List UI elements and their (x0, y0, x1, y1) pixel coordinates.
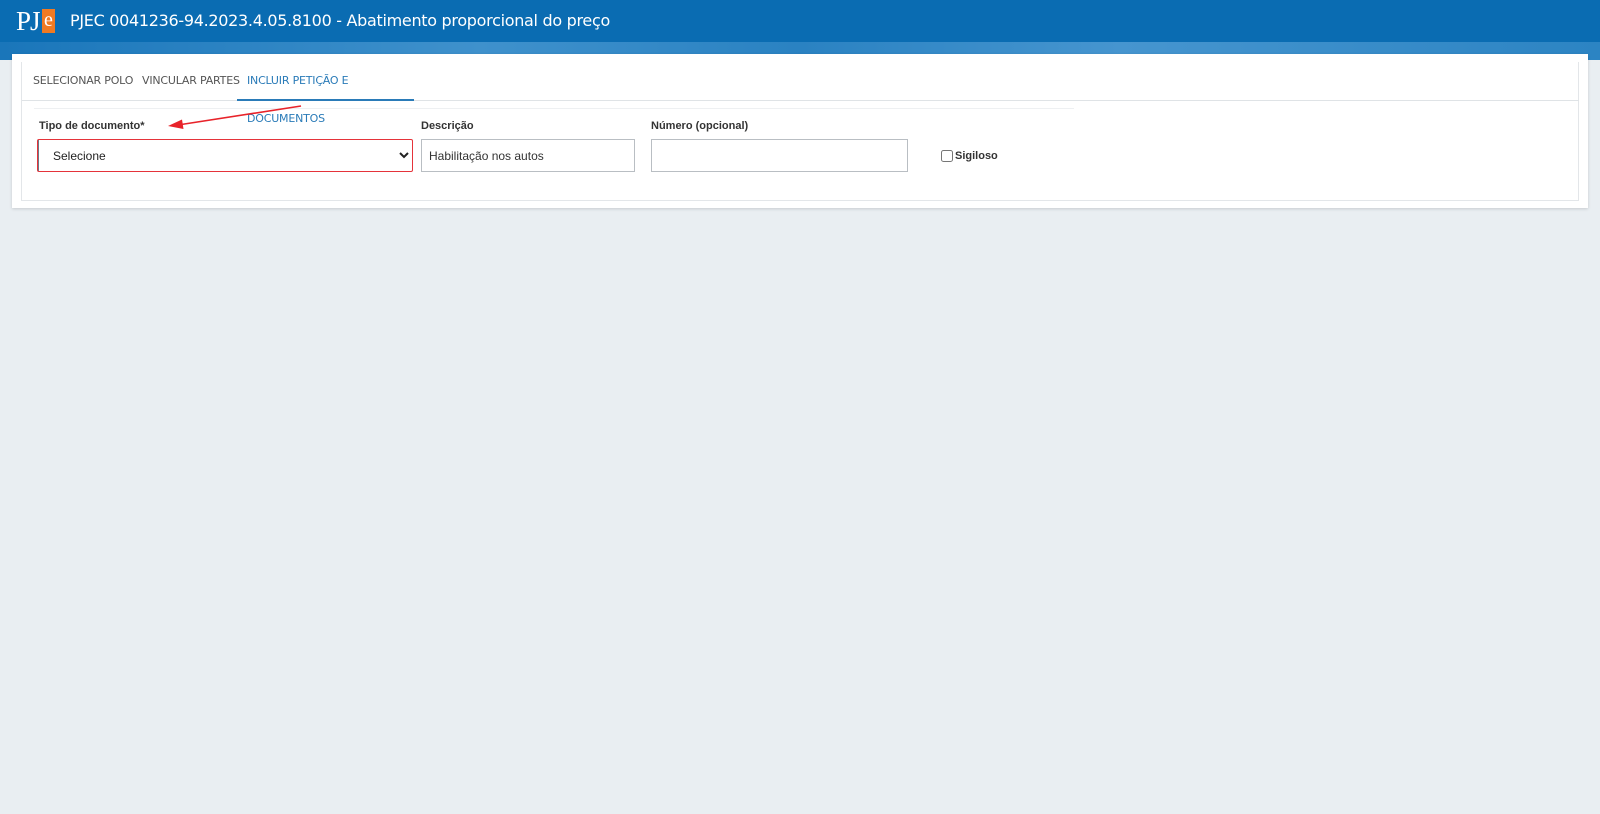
pje-logo-icon[interactable]: PJ e (16, 6, 56, 36)
page-title: PJEC 0041236-94.2023.4.05.8100 - Abatime… (70, 11, 610, 30)
logo-letters-pj: PJ (16, 6, 41, 36)
numero-input[interactable] (651, 139, 908, 172)
numero-label: Número (opcional) (651, 120, 749, 132)
tab-vincular-partes[interactable]: VINCULAR PARTES (142, 62, 240, 101)
tipo-documento-select[interactable]: Selecione (38, 140, 412, 171)
sigiloso-label: Sigiloso (955, 150, 998, 162)
tab-incluir-peticao-documentos[interactable]: INCLUIR PETIÇÃO E DOCUMENTOS (237, 62, 414, 125)
annotation-arrow-icon (168, 105, 302, 129)
tipo-documento-select-wrapper: Selecione (37, 139, 413, 172)
descricao-input[interactable] (421, 139, 635, 172)
tipo-documento-label: Tipo de documento* (39, 120, 145, 132)
sigiloso-checkbox[interactable] (941, 150, 953, 162)
logo-letter-e: e (42, 9, 55, 33)
main-panel: SELECIONAR POLO VINCULAR PARTES INCLUIR … (12, 54, 1588, 208)
descricao-label: Descrição (421, 120, 474, 132)
sigiloso-checkbox-group: Sigiloso (941, 148, 998, 164)
tab-selecionar-polo[interactable]: SELECIONAR POLO (33, 62, 133, 101)
tab-bar: SELECIONAR POLO VINCULAR PARTES INCLUIR … (22, 62, 1579, 125)
form-container: SELECIONAR POLO VINCULAR PARTES INCLUIR … (21, 62, 1579, 201)
app-header: PJ e PJEC 0041236-94.2023.4.05.8100 - Ab… (0, 0, 1600, 60)
